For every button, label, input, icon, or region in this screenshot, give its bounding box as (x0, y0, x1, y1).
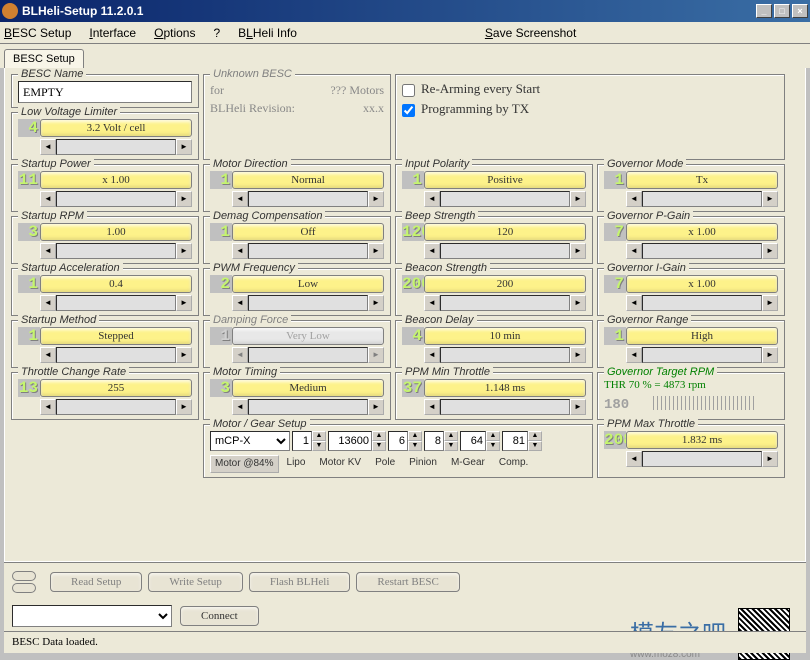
port-select[interactable] (12, 605, 172, 627)
startup-power-value[interactable]: x 1.00 (40, 171, 192, 189)
tab-strip: BESC Setup (0, 44, 810, 68)
menu-interface[interactable]: Interface (89, 26, 136, 40)
write-setup-button[interactable]: Write Setup (148, 572, 242, 592)
governor-range: Governor Range1High◄► (597, 320, 785, 368)
read-setup-button[interactable]: Read Setup (50, 572, 142, 592)
right-arrow-icon[interactable]: ► (176, 139, 192, 155)
rearm-checkbox-label[interactable]: Re-Arming every Start (402, 81, 778, 97)
maximize-button[interactable]: □ (774, 4, 790, 18)
motor-gear-setup: Motor / Gear Setup mCP-X ▲▼ ▲▼ ▲▼ ▲▼ ▲▼ … (203, 424, 593, 478)
pinion-spinner[interactable]: ▲▼ (424, 431, 458, 451)
window-title: BLHeli-Setup 11.2.0.1 (22, 4, 756, 18)
main-panel: BESC Name Unknown BESC for??? Motors BLH… (4, 68, 806, 562)
connect-button[interactable]: Connect (180, 606, 259, 626)
throttle-change-rate: Throttle Change Rate13255◄► (11, 372, 199, 420)
menu-options[interactable]: Options (154, 26, 195, 40)
kv-spinner[interactable]: ▲▼ (328, 431, 386, 451)
motor-percent-button[interactable]: Motor @84% (210, 455, 279, 473)
besc-name-input[interactable] (18, 81, 192, 103)
menu-save-screenshot[interactable]: Save Screenshot (485, 26, 576, 40)
target-rpm-value: THR 70 % = 4873 rpm (604, 379, 778, 391)
beep-strength: Beep Strength120120◄► (395, 216, 593, 264)
menu-bar: BESC Setup Interface Options ? BLHeli In… (0, 22, 810, 44)
governor-i-gain: Governor I-Gain7x 1.00◄► (597, 268, 785, 316)
mgear-spinner[interactable]: ▲▼ (460, 431, 500, 451)
governor-target-rpm: Governor Target RPM THR 70 % = 4873 rpm … (597, 372, 785, 420)
rearm-checkbox[interactable] (402, 84, 415, 97)
flash-blheli-button[interactable]: Flash BLHeli (249, 572, 351, 592)
unknown-besc-legend: Unknown BESC (210, 68, 295, 80)
action-button-bar: Read Setup Write Setup Flash BLHeli Rest… (4, 562, 806, 601)
title-bar: BLHeli-Setup 11.2.0.1 _ □ × (0, 0, 810, 22)
down-arrow-icon[interactable]: ▼ (312, 441, 326, 451)
low-voltage-slider[interactable]: ◄► (40, 139, 192, 155)
indicator-2 (12, 583, 36, 593)
pole-spinner[interactable]: ▲▼ (388, 431, 422, 451)
low-voltage-limiter: Low Voltage Limiter43.2 Volt / cell◄► (11, 112, 199, 160)
flags-group: Re-Arming every Start Programming by TX (395, 74, 785, 160)
low-voltage-value[interactable]: 3.2 Volt / cell (40, 119, 192, 137)
target-rpm-slider[interactable] (653, 396, 754, 410)
motor-timing: Motor Timing3Medium◄► (203, 372, 391, 420)
lipo-spinner[interactable]: ▲▼ (292, 431, 326, 451)
up-arrow-icon[interactable]: ▲ (312, 431, 326, 441)
startup-rpm: Startup RPM31.00◄► (11, 216, 199, 264)
beacon-strength: Beacon Strength200200◄► (395, 268, 593, 316)
minimize-button[interactable]: _ (756, 4, 772, 18)
indicator-1 (12, 571, 36, 581)
startup-power-slider[interactable]: ◄► (40, 191, 192, 207)
startup-acceleration: Startup Acceleration10.4◄► (11, 268, 199, 316)
unknown-besc-group: Unknown BESC for??? Motors BLHeli Revisi… (203, 74, 391, 160)
app-icon (2, 3, 18, 19)
menu-besc-setup[interactable]: BESC Setup (4, 26, 71, 40)
besc-name-legend: BESC Name (18, 68, 86, 80)
connection-bar: Connect 模友之吧www.moz8.com (4, 601, 806, 631)
menu-help[interactable]: ? (213, 26, 220, 40)
comp-spinner[interactable]: ▲▼ (502, 431, 542, 451)
demag-compensation: Demag Compensation1Off◄► (203, 216, 391, 264)
programming-checkbox[interactable] (402, 104, 415, 117)
startup-power: Startup Power11x 1.00◄► (11, 164, 199, 212)
input-polarity: Input Polarity1Positive◄► (395, 164, 593, 212)
status-bar: BESC Data loaded. (4, 631, 806, 653)
ppm-min-throttle: PPM Min Throttle371.148 ms◄► (395, 372, 593, 420)
governor-mode: Governor Mode1Tx◄► (597, 164, 785, 212)
beacon-delay: Beacon Delay410 min◄► (395, 320, 593, 368)
damping-force: Damping Force1Very Low◄► (203, 320, 391, 368)
startup-method: Startup Method1Stepped◄► (11, 320, 199, 368)
menu-blheli-info[interactable]: BLHeli Info (238, 26, 297, 40)
motor-direction: Motor Direction1Normal◄► (203, 164, 391, 212)
programming-checkbox-label[interactable]: Programming by TX (402, 101, 778, 117)
besc-name-group: BESC Name (11, 74, 199, 108)
ppm-max-throttle: PPM Max Throttle2081.832 ms◄► (597, 424, 785, 478)
left-arrow-icon[interactable]: ◄ (40, 139, 56, 155)
close-button[interactable]: × (792, 4, 808, 18)
governor-p-gain: Governor P-Gain7x 1.00◄► (597, 216, 785, 264)
pwm-frequency: PWM Frequency2Low◄► (203, 268, 391, 316)
gear-model-select[interactable]: mCP-X (210, 431, 290, 451)
tab-besc-setup[interactable]: BESC Setup (4, 49, 84, 68)
restart-besc-button[interactable]: Restart BESC (356, 572, 459, 592)
